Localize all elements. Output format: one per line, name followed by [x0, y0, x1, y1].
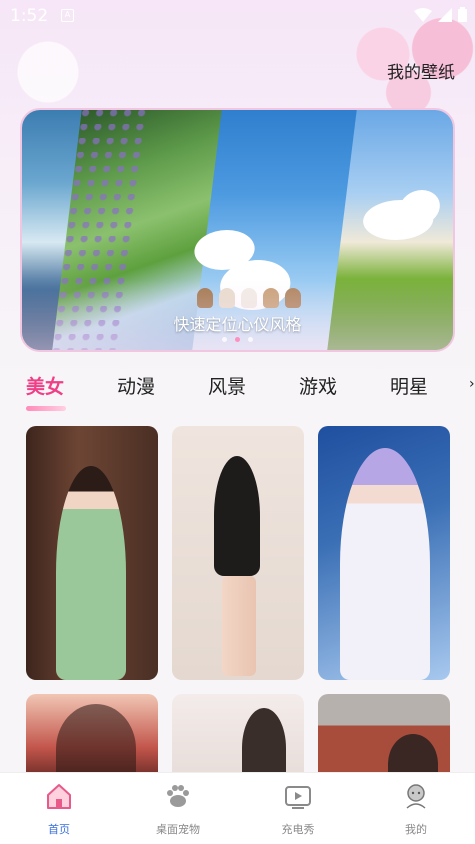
bottom-navigation: 首页 桌面宠物 充电秀 我的: [0, 772, 475, 844]
active-tab-indicator: [26, 406, 66, 411]
carousel-dots: [22, 337, 453, 342]
wallpaper-card[interactable]: [172, 694, 304, 784]
nav-desktop-pet-label: 桌面宠物: [156, 823, 200, 836]
tab-beauty[interactable]: 美女: [26, 372, 64, 399]
banner-carousel[interactable]: 快速定位心仪风格: [20, 108, 455, 352]
wallpaper-card[interactable]: [318, 694, 450, 784]
wallpaper-card[interactable]: [26, 426, 158, 680]
profile-icon: [406, 784, 426, 809]
status-time: 1:52: [10, 6, 49, 26]
nav-charging-show[interactable]: 充电秀: [258, 781, 338, 837]
tab-games[interactable]: 游戏: [299, 372, 337, 399]
notification-icon: A: [61, 9, 74, 22]
status-bar: 1:52 A: [0, 0, 475, 32]
nav-profile[interactable]: 我的: [376, 781, 456, 837]
battery-icon: [458, 7, 467, 22]
video-icon: [285, 786, 311, 809]
signal-icon: [438, 7, 452, 22]
home-icon: [47, 784, 71, 809]
tabs-overflow-indicator: ›: [469, 376, 475, 392]
wallpaper-card[interactable]: [26, 694, 158, 784]
nav-home[interactable]: 首页: [19, 781, 99, 837]
wallpaper-card[interactable]: [172, 426, 304, 680]
nav-home-label: 首页: [48, 823, 70, 836]
nav-desktop-pet[interactable]: 桌面宠物: [138, 781, 218, 837]
wallpaper-card[interactable]: [318, 426, 450, 680]
carousel-dot[interactable]: [222, 337, 227, 342]
nav-charging-show-label: 充电秀: [281, 823, 315, 836]
carousel-dot-active[interactable]: [235, 337, 240, 342]
tab-anime[interactable]: 动漫: [117, 372, 155, 399]
wifi-icon: [414, 7, 432, 22]
banner-caption: 快速定位心仪风格: [173, 315, 302, 334]
my-wallpapers-link[interactable]: 我的壁纸: [387, 58, 455, 83]
category-tabs: 美女 动漫 风景 游戏 明星 ›: [0, 372, 475, 412]
tab-scenery[interactable]: 风景: [208, 372, 246, 399]
nav-profile-label: 我的: [405, 823, 427, 836]
tab-stars[interactable]: 明星: [390, 372, 428, 399]
status-icons: [414, 7, 467, 22]
paw-icon: [167, 785, 189, 807]
carousel-dot[interactable]: [248, 337, 253, 342]
